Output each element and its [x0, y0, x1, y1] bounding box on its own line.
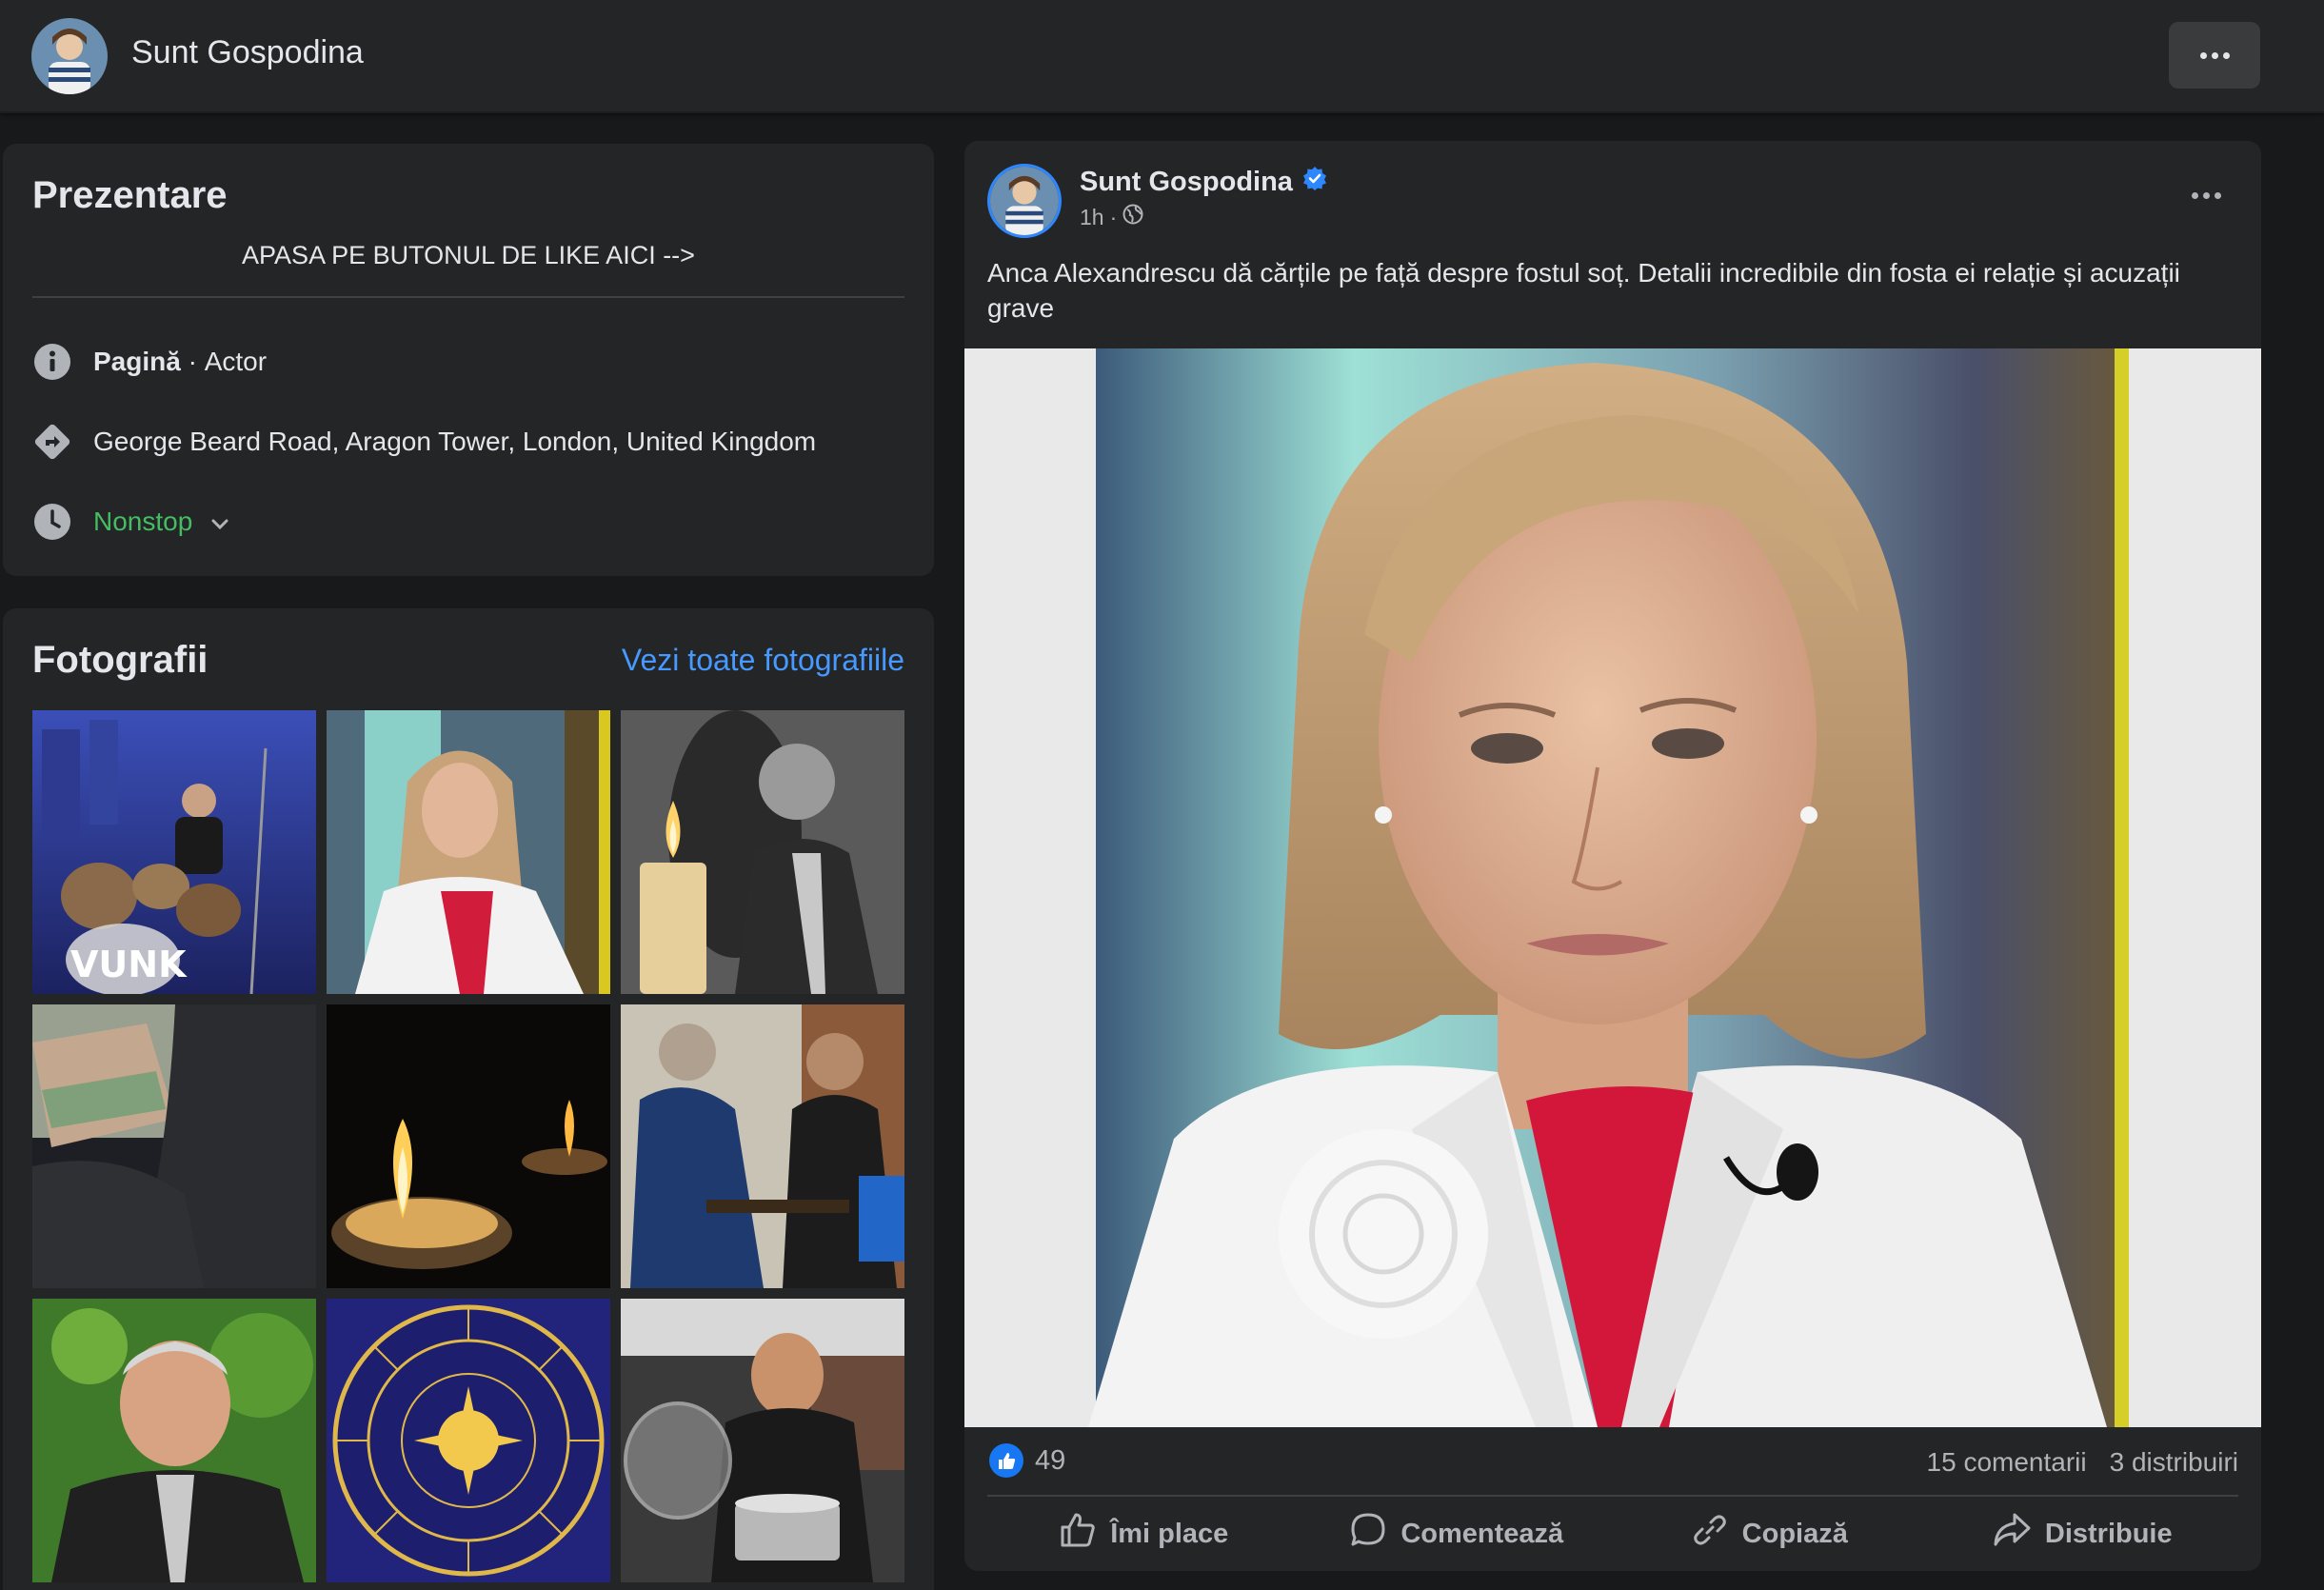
comments-count[interactable]: 15 comentarii: [1927, 1447, 2087, 1478]
intro-card: Prezentare APASA PE BUTONUL DE LIKE AICI…: [3, 144, 934, 576]
post-author-avatar[interactable]: [987, 164, 1062, 238]
meta-separator: ·: [1109, 204, 1118, 229]
post-card: Sunt Gospodina 1h · Anca Alexandrescu dă…: [964, 141, 2261, 1571]
divider: [987, 1495, 2238, 1497]
see-all-photos-link[interactable]: Vezi toate fotografiile: [622, 643, 904, 678]
hours-text: Nonstop: [93, 507, 193, 536]
photo-tile-woman-white-jacket[interactable]: [327, 710, 610, 994]
post-image[interactable]: [964, 348, 2261, 1427]
copy-link-button[interactable]: Copiază: [1613, 1501, 1926, 1567]
post-timestamp[interactable]: 1h: [1080, 205, 1104, 230]
category-separator: ·: [180, 347, 205, 376]
chevron-down-icon: [211, 507, 228, 537]
like-reaction-icon: [989, 1443, 1023, 1478]
tile-watermark: VUNK: [70, 944, 188, 985]
photos-title: Fotografii: [32, 639, 209, 681]
more-icon: [2192, 192, 2221, 199]
page-title[interactable]: Sunt Gospodina: [131, 34, 364, 71]
category-value: Actor: [204, 347, 268, 376]
page-avatar[interactable]: [31, 18, 108, 94]
photo-tile-money[interactable]: [32, 1004, 316, 1288]
share-button[interactable]: Distribuie: [1926, 1501, 2239, 1567]
hours-row[interactable]: Nonstop: [32, 501, 228, 543]
photo-tile-man-candle[interactable]: [621, 710, 904, 994]
more-icon: [2199, 51, 2230, 59]
share-label: Distribuie: [2044, 1518, 2173, 1549]
post-more-button[interactable]: [2192, 192, 2221, 199]
photos-card: Fotografii Vezi toate fotografiile VUNK: [3, 608, 934, 1590]
photo-tile-candle[interactable]: [327, 1004, 610, 1288]
link-icon: [1691, 1511, 1729, 1557]
share-icon: [1992, 1511, 2032, 1557]
comment-icon: [1349, 1511, 1387, 1557]
more-options-button[interactable]: [2169, 22, 2260, 89]
copy-label: Copiază: [1741, 1518, 1848, 1549]
intro-bio: APASA PE BUTONUL DE LIKE AICI -->: [242, 241, 695, 269]
page-header: Sunt Gospodina: [0, 0, 2324, 113]
globe-icon: [1122, 204, 1143, 230]
photo-tile-zodiac-wheel[interactable]: [327, 1299, 610, 1582]
verified-badge-icon: [1302, 166, 1327, 198]
like-label: Îmi place: [1110, 1518, 1229, 1549]
photo-tile-older-man[interactable]: [32, 1299, 316, 1582]
like-button[interactable]: Îmi place: [987, 1501, 1301, 1567]
post-actions: Îmi place Comentează Copiază Distribuie: [987, 1501, 2238, 1567]
post-stats: 15 comentarii 3 distribuiri: [1927, 1447, 2238, 1478]
divider: [32, 296, 904, 298]
comment-button[interactable]: Comentează: [1301, 1501, 1614, 1567]
photo-tile-two-men-table[interactable]: [621, 1004, 904, 1288]
photo-tile-drummer[interactable]: VUNK: [32, 710, 316, 994]
post-author[interactable]: Sunt Gospodina: [1080, 166, 1327, 198]
reaction-count: 49: [1035, 1444, 1066, 1476]
address-row: George Beard Road, Aragon Tower, London,…: [32, 421, 816, 463]
post-text: Anca Alexandrescu dă cărțile pe față des…: [987, 258, 2180, 323]
intro-title: Prezentare: [32, 174, 228, 216]
info-icon: [32, 342, 72, 382]
comment-label: Comentează: [1400, 1518, 1564, 1549]
category-label: Pagină: [93, 347, 181, 376]
thumbs-up-icon: [1059, 1512, 1097, 1556]
shares-count[interactable]: 3 distribuiri: [2110, 1447, 2238, 1478]
category-row: Pagină · Actor: [32, 341, 267, 383]
address-text[interactable]: George Beard Road, Aragon Tower, London,…: [93, 427, 816, 457]
post-author-name[interactable]: Sunt Gospodina: [1080, 167, 1293, 198]
post-meta: 1h ·: [1080, 204, 1143, 230]
directions-icon: [32, 422, 72, 462]
reaction-summary[interactable]: 49: [989, 1443, 1065, 1478]
clock-icon: [32, 502, 72, 542]
photo-tile-chef[interactable]: [621, 1299, 904, 1582]
